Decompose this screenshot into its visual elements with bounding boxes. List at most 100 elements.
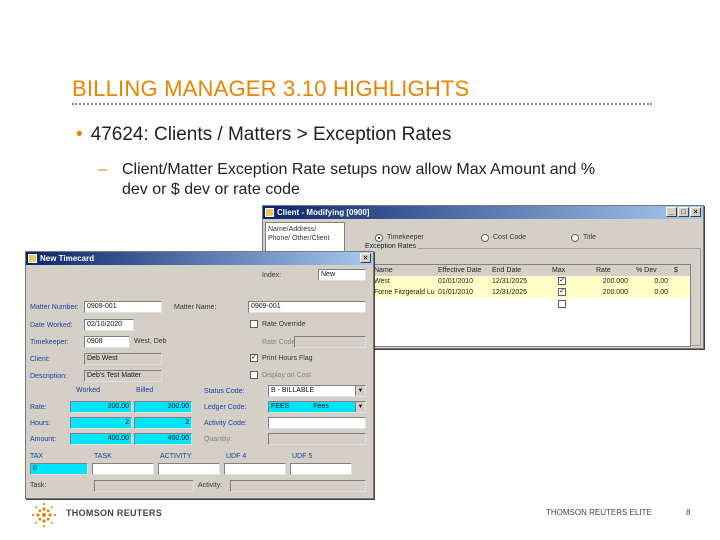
exception-rates-grid: Name Effective Date End Date Max Rate % … <box>371 264 691 347</box>
activity-field <box>230 480 366 492</box>
row-rate: 200.000 <box>602 278 628 285</box>
matter-number-label: Matter Number: <box>30 304 79 311</box>
sub-bullet: – Client/Matter Exception Rate setups now… <box>98 160 598 200</box>
rate-override-label: Rate Override <box>262 321 306 328</box>
row-effective-date: 01/01/2010 <box>438 289 474 296</box>
sub-bullet-text: Client/Matter Exception Rate setups now … <box>122 161 596 198</box>
udf5-field[interactable] <box>290 463 352 475</box>
footer-company: THOMSON REUTERS ELITE <box>546 508 652 517</box>
tab-item-phone-other[interactable]: Phone/ Other/Client <box>268 235 329 242</box>
task-label: Task: <box>30 482 47 489</box>
radio-timekeeper-label: Timekeeper <box>387 234 424 241</box>
task-col-label: TASK <box>94 453 112 460</box>
row-pct-dev: 0.00 <box>654 289 668 296</box>
tax-field[interactable]: 0 <box>30 463 88 475</box>
hours-label: Hours: <box>30 420 51 427</box>
ledger-code-label: Ledger Code: <box>204 404 247 411</box>
tax-label: TAX <box>30 453 44 460</box>
row-name: Forne Fitzgerald Lu <box>374 289 435 296</box>
timecard-titlebar[interactable]: New Timecard × <box>26 252 373 265</box>
task-code-field[interactable] <box>92 463 154 475</box>
status-code-value: B - BILLABLE <box>271 387 315 394</box>
rate-override-checkbox[interactable] <box>250 320 258 328</box>
maximize-button[interactable]: □ <box>678 207 689 217</box>
display-on-cost-checkbox[interactable] <box>250 371 258 379</box>
new-timecard-window: New Timecard × Index: New Matter Number:… <box>25 251 374 499</box>
exception-rates-title: Exception Rates <box>363 243 418 250</box>
ledger-code-dropdown[interactable]: FEES Fees ▼ <box>268 401 366 413</box>
footer-logo-text: THOMSON REUTERS <box>66 508 163 518</box>
ledger-code-desc: Fees <box>313 403 329 410</box>
activity-code-field[interactable] <box>268 417 366 429</box>
main-bullet: • 47624: Clients / Matters > Exception Ra… <box>76 124 451 146</box>
radio-cost-code-label: Cost Code <box>493 234 527 241</box>
col-name[interactable]: Name <box>372 265 436 276</box>
col-end-date[interactable]: End Date <box>490 265 544 276</box>
row-name: West <box>374 278 390 285</box>
udf5-label: UDF 5 <box>292 453 313 460</box>
radio-cost-code[interactable] <box>481 234 489 242</box>
client-window-title: Client - Modifying [0900] <box>277 208 370 217</box>
table-row[interactable]: West 01/01/2010 12/31/2025 ✓ 200.000 0.0… <box>372 276 690 287</box>
ledger-code-value: FEES <box>271 403 290 410</box>
close-button[interactable]: × <box>360 253 371 263</box>
row-effective-date: 01/01/2010 <box>438 278 474 285</box>
hours-billed-field[interactable]: 2 <box>134 417 192 429</box>
status-code-dropdown[interactable]: B - BILLABLE ▼ <box>268 385 366 397</box>
row-end-date: 12/31/2025 <box>492 278 528 285</box>
col-pct-dev[interactable]: % Dev <box>634 265 670 276</box>
tab-item-name-address[interactable]: Name/Address/ <box>268 226 316 233</box>
rate-worked-field[interactable]: 200.00 <box>70 401 132 413</box>
col-rate[interactable]: Rate <box>594 265 630 276</box>
index-field[interactable]: New <box>318 269 366 281</box>
udf4-field[interactable] <box>224 463 286 475</box>
status-code-label: Status Code: <box>204 388 245 395</box>
quantity-label: Quantity: <box>204 436 233 443</box>
billed-header: Billed <box>136 387 154 394</box>
client-label: Client: <box>30 356 50 363</box>
chevron-down-icon[interactable]: ▼ <box>355 386 365 396</box>
row-rate: 200.000 <box>602 289 628 296</box>
timekeeper-label: Timekeeper: <box>30 339 69 346</box>
amount-worked-field[interactable]: 400.00 <box>70 433 132 445</box>
activity-code-col-field[interactable] <box>158 463 220 475</box>
row-pct-dev: 0.00 <box>654 278 668 285</box>
amount-billed-field[interactable]: 400.00 <box>134 433 192 445</box>
date-worked-field[interactable]: 02/10/2020 <box>84 319 134 331</box>
minimize-button[interactable]: _ <box>666 207 677 217</box>
radio-timekeeper[interactable] <box>375 234 383 242</box>
col-effective-date[interactable]: Effective Date <box>436 265 490 276</box>
slide-title: BILLING MANAGER 3.10 HIGHLIGHTS <box>72 76 470 101</box>
table-row[interactable]: Forne Fitzgerald Lu 01/01/2010 12/31/202… <box>372 287 690 298</box>
chevron-down-icon[interactable]: ▼ <box>355 402 365 412</box>
matter-number-field[interactable]: 0909-001 <box>84 301 162 313</box>
rate-code-field <box>294 336 366 348</box>
description-field: Deb's Test Matter <box>84 370 162 382</box>
client-field: Deb West <box>84 353 162 365</box>
print-hours-checkbox[interactable]: ✓ <box>250 354 258 362</box>
row-end-date: 12/31/2025 <box>492 289 528 296</box>
activity-label: Activity: <box>198 482 223 489</box>
hours-worked-field[interactable]: 2 <box>70 417 132 429</box>
radio-title-label: Title <box>583 234 596 241</box>
col-max[interactable]: Max <box>550 265 580 276</box>
new-row-max-checkbox[interactable] <box>558 300 566 308</box>
row-max-checkbox[interactable]: ✓ <box>558 277 566 285</box>
task-field <box>94 480 194 492</box>
close-button[interactable]: × <box>690 207 701 217</box>
app-icon <box>265 208 274 217</box>
activity-code-label: Activity Code: <box>204 420 247 427</box>
timecard-title: New Timecard <box>40 254 95 263</box>
title-divider <box>72 103 652 105</box>
timekeeper-code-field[interactable]: 0908 <box>84 336 130 348</box>
client-window-titlebar[interactable]: Client - Modifying [0900] _ □ × <box>263 206 703 219</box>
activity-col-label: ACTIVITY <box>160 453 192 460</box>
row-max-checkbox[interactable]: ✓ <box>558 288 566 296</box>
radio-title[interactable] <box>571 234 579 242</box>
col-dollar-dev[interactable]: $ <box>672 265 690 276</box>
page-number: 8 <box>686 508 691 517</box>
rate-billed-field[interactable]: 200.00 <box>134 401 192 413</box>
date-worked-label: Date Worked: <box>30 322 73 329</box>
udf4-label: UDF 4 <box>226 453 247 460</box>
matter-name-field[interactable]: 0909-001 <box>248 301 366 313</box>
